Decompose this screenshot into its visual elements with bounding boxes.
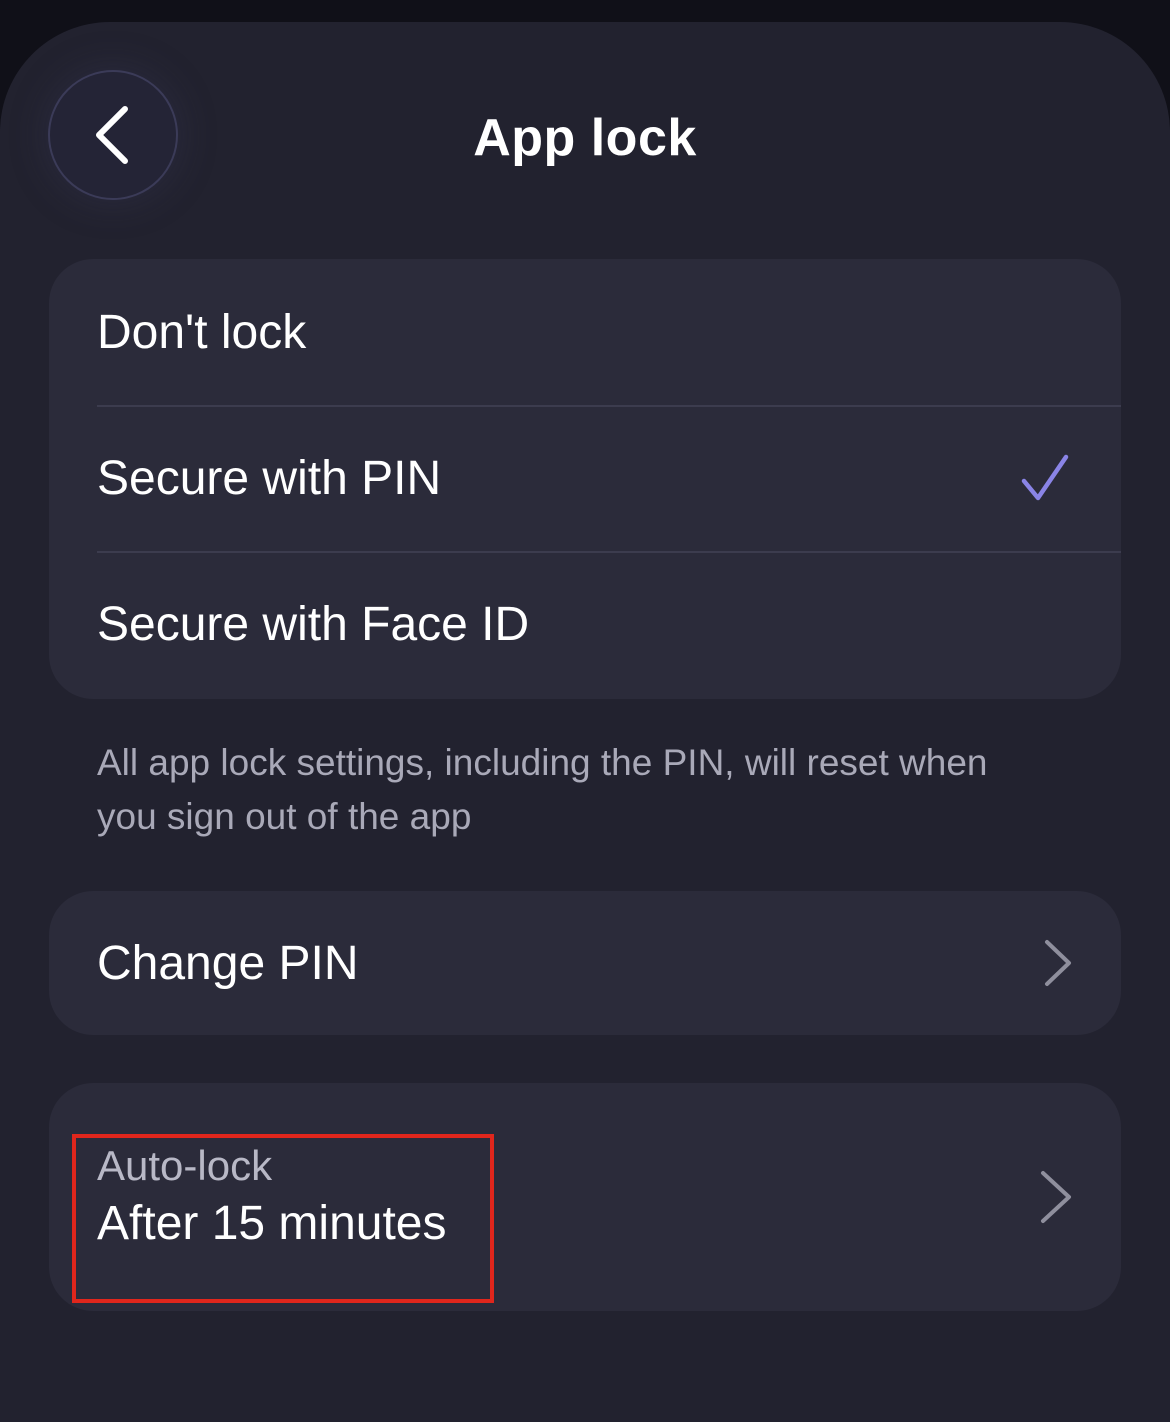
change-pin-button[interactable]: Change PIN xyxy=(49,891,1121,1035)
auto-lock-value: After 15 minutes xyxy=(97,1197,447,1250)
checkmark-icon xyxy=(1021,454,1069,501)
chevron-left-icon xyxy=(96,106,128,164)
auto-lock-text: Auto-lock After 15 minutes xyxy=(97,1140,447,1254)
option-dont-lock[interactable]: Don't lock xyxy=(49,259,1121,405)
option-label: Secure with Face ID xyxy=(97,597,530,651)
lock-options-group: Don't lock Secure with PIN Secure with F… xyxy=(49,259,1121,699)
chevron-right-icon xyxy=(1041,1171,1071,1223)
option-secure-with-pin[interactable]: Secure with PIN xyxy=(49,405,1121,551)
option-secure-with-face-id[interactable]: Secure with Face ID xyxy=(49,551,1121,697)
chevron-right-icon xyxy=(1045,940,1071,986)
auto-lock-label: Auto-lock xyxy=(97,1142,273,1189)
auto-lock-group: Auto-lock After 15 minutes xyxy=(49,1083,1121,1311)
back-button[interactable] xyxy=(48,70,178,200)
header: App lock xyxy=(0,70,1170,202)
option-label: Don't lock xyxy=(97,305,307,359)
reset-footnote: All app lock settings, including the PIN… xyxy=(97,742,988,837)
change-pin-label: Change PIN xyxy=(97,936,359,990)
auto-lock-button[interactable]: Auto-lock After 15 minutes xyxy=(49,1083,1121,1311)
change-pin-group: Change PIN xyxy=(49,891,1121,1035)
option-label: Secure with PIN xyxy=(97,451,442,505)
